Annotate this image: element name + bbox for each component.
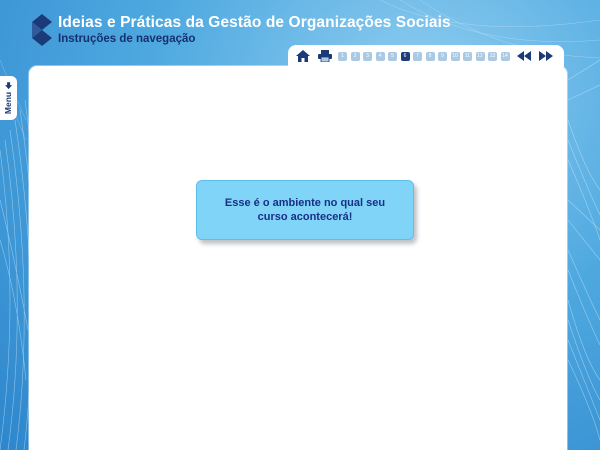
page-subtitle: Instruções de navegação [58,33,196,45]
home-icon[interactable] [296,50,310,62]
printer-icon[interactable] [318,50,332,62]
content-panel [29,66,567,450]
page-button-7[interactable]: 7 [413,51,422,61]
menu-tab[interactable]: Menu [0,76,17,120]
page-navigation [517,51,553,61]
message-box: Esse é o ambiente no qual seu curso acon… [196,180,414,240]
double-arrow-right-icon[interactable] [539,51,553,61]
page-button-9[interactable]: 9 [438,51,447,61]
page-button-4[interactable]: 4 [375,51,385,61]
page-title: Ideias e Práticas da Gestão de Organizaç… [58,14,451,31]
arrow-down-icon [5,81,13,89]
menu-label: Menu [3,91,14,115]
page-button-12[interactable]: 12 [475,51,485,61]
logo-icon [32,14,52,46]
page-button-8[interactable]: 8 [425,51,435,61]
page-button-5[interactable]: 5 [388,51,397,61]
page-button-1[interactable]: 1 [338,51,347,61]
page-button-13[interactable]: 13 [488,51,497,61]
double-arrow-left-icon[interactable] [517,51,531,61]
page-button-6[interactable]: 6 [400,51,410,61]
page-button-14[interactable]: 14 [500,51,510,61]
page-button-3[interactable]: 3 [363,51,372,61]
page-button-11[interactable]: 11 [463,51,472,61]
message-text: Esse é o ambiente no qual seu curso acon… [224,197,386,223]
navigation-toolbar: 1 2 3 4 5 6 7 8 9 10 11 12 13 14 [288,45,564,67]
page-button-10[interactable]: 10 [450,51,460,61]
page-button-2[interactable]: 2 [350,51,360,61]
page-list: 1 2 3 4 5 6 7 8 9 10 11 12 13 14 [338,51,513,61]
